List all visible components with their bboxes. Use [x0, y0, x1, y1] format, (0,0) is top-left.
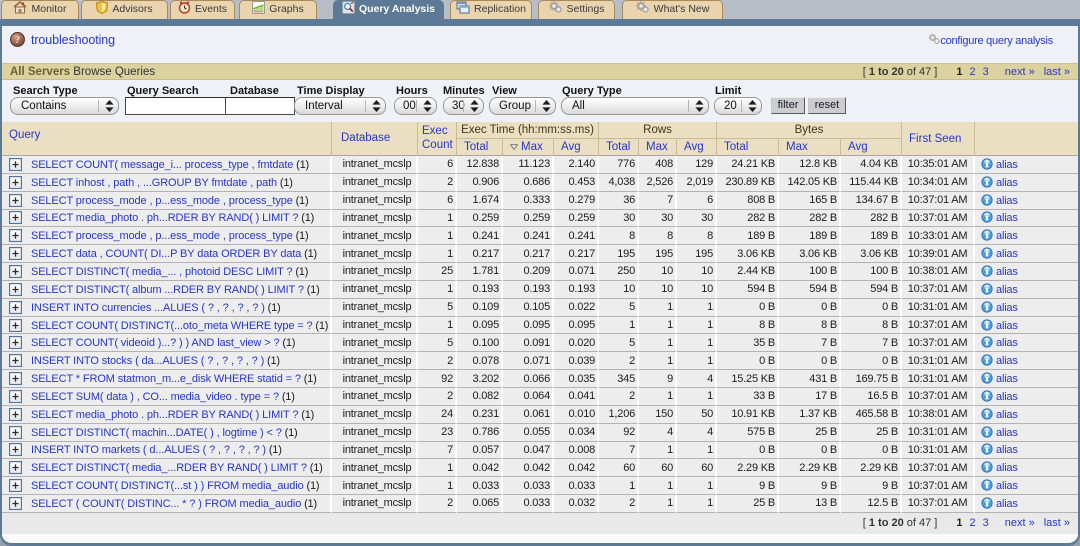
svg-text:?: ? [15, 35, 20, 46]
